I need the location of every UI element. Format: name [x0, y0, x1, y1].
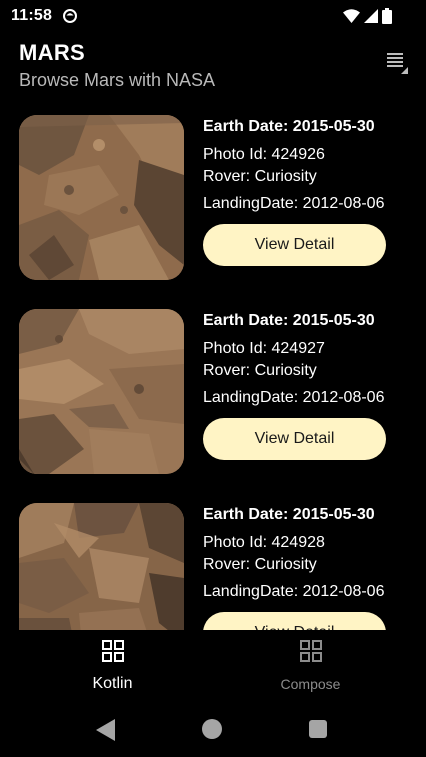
landing-date: LandingDate: 2012-08-06	[203, 195, 385, 212]
earth-date: Earth Date: 2015-05-30	[203, 506, 375, 523]
view-detail-button[interactable]: View Detail	[203, 612, 386, 630]
photo-card: Earth Date: 2015-05-30 Photo Id: 424928 …	[0, 488, 426, 630]
rover-name: Rover: Curiosity	[203, 556, 317, 573]
photo-list[interactable]: Earth Date: 2015-05-30 Photo Id: 424926 …	[0, 100, 426, 630]
nav-item-compose[interactable]: Compose	[204, 630, 417, 702]
app-notification-icon	[63, 9, 77, 23]
photo-card: Earth Date: 2015-05-30 Photo Id: 424926 …	[0, 100, 426, 294]
grid-icon	[300, 640, 322, 662]
wifi-icon	[343, 9, 360, 28]
mars-photo[interactable]	[19, 309, 184, 474]
earth-date: Earth Date: 2015-05-30	[203, 118, 375, 135]
landing-date: LandingDate: 2012-08-06	[203, 389, 385, 406]
status-time: 11:58	[11, 7, 53, 24]
mars-photo[interactable]	[19, 503, 184, 630]
home-icon[interactable]	[202, 719, 222, 739]
grid-icon	[102, 640, 124, 662]
app-title: MARS	[19, 40, 85, 65]
nav-label-compose: Compose	[280, 676, 341, 692]
app-subtitle: Browse Mars with NASA	[19, 70, 216, 90]
photo-card: Earth Date: 2015-05-30 Photo Id: 424927 …	[0, 294, 426, 488]
bottom-navigation: Kotlin Compose	[0, 630, 426, 702]
photo-id: Photo Id: 424928	[203, 534, 325, 551]
status-indicators	[343, 8, 392, 29]
mars-photo[interactable]	[19, 115, 184, 280]
list-menu-icon[interactable]	[384, 50, 410, 76]
battery-icon	[382, 8, 392, 29]
status-bar: 11:58	[0, 0, 426, 32]
system-navigation-bar	[0, 702, 426, 757]
nav-label-kotlin: Kotlin	[92, 675, 133, 692]
view-detail-button[interactable]: View Detail	[203, 224, 386, 266]
rover-name: Rover: Curiosity	[203, 168, 317, 185]
nav-item-kotlin[interactable]: Kotlin	[6, 630, 219, 702]
back-icon[interactable]	[96, 719, 116, 746]
recent-apps-icon[interactable]	[309, 720, 327, 738]
signal-icon	[364, 9, 378, 28]
rover-name: Rover: Curiosity	[203, 362, 317, 379]
app-screen: 11:58 MARS Browse Mars with NASA Earth D…	[0, 0, 426, 757]
earth-date: Earth Date: 2015-05-30	[203, 312, 375, 329]
photo-id: Photo Id: 424926	[203, 146, 325, 163]
photo-id: Photo Id: 424927	[203, 340, 325, 357]
view-detail-button[interactable]: View Detail	[203, 418, 386, 460]
landing-date: LandingDate: 2012-08-06	[203, 583, 385, 600]
